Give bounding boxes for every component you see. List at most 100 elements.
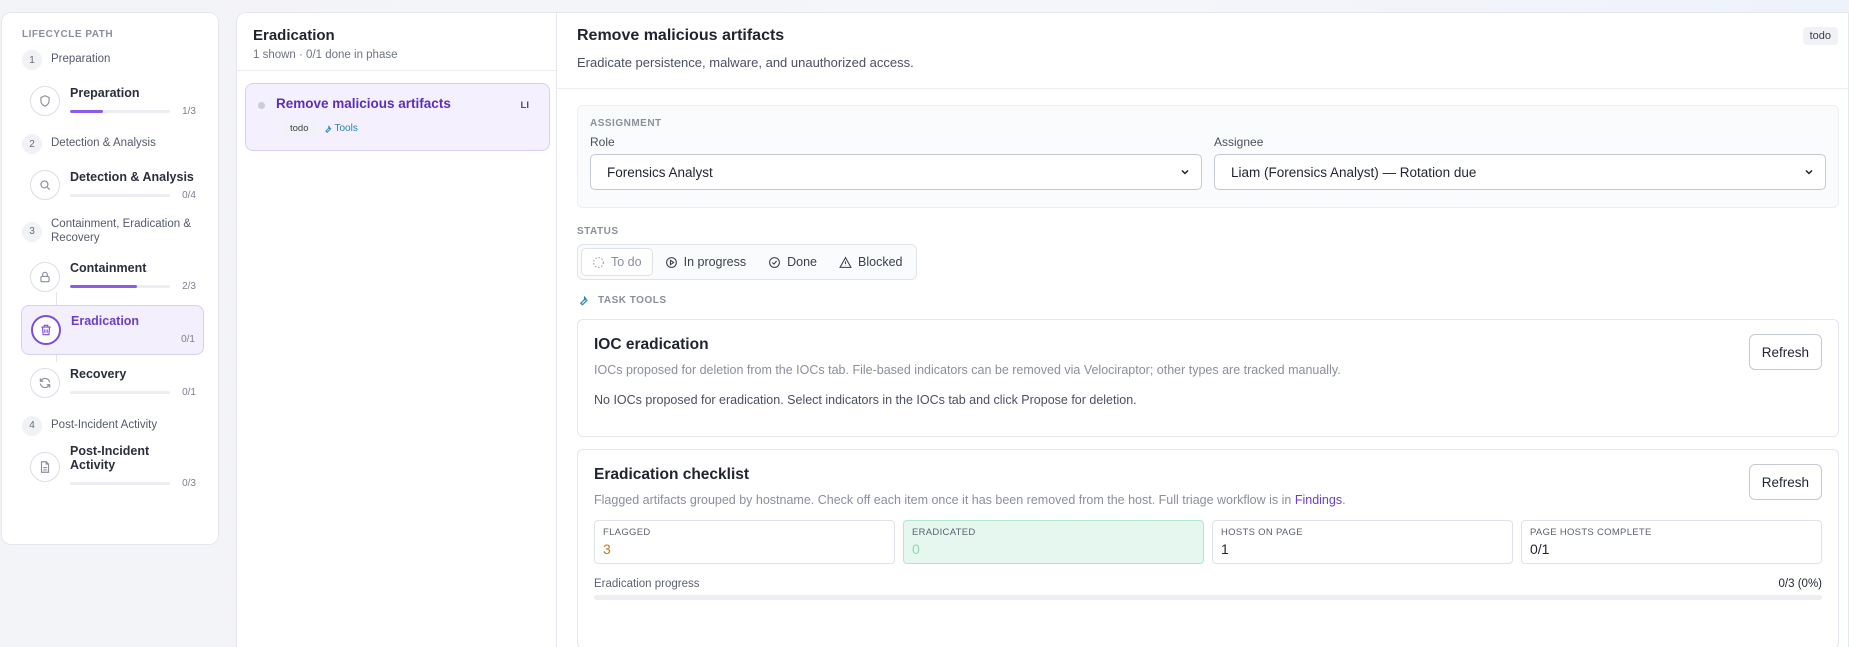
play-circle-icon (665, 256, 677, 268)
stat-page-hosts-complete: PAGE HOSTS COMPLETE 0/1 (1521, 520, 1822, 564)
status-in-progress-button[interactable]: In progress (655, 248, 757, 276)
card-title: Eradication checklist (594, 466, 750, 483)
task-detail-panel: Remove malicious artifacts Eradicate per… (556, 12, 1849, 647)
step-progress-bar (71, 338, 169, 341)
stat-hosts-on-page: HOSTS ON PAGE 1 (1212, 520, 1513, 564)
role-value: Forensics Analyst (607, 164, 713, 180)
assignee-select[interactable]: Liam (Forensics Analyst) — Rotation due (1214, 154, 1826, 190)
stat-value: 3 (603, 541, 611, 557)
stat-label: ERADICATED (912, 527, 976, 538)
status-option-label: Done (787, 255, 818, 269)
status-option-label: To do (611, 255, 642, 269)
tasks-header: Eradication 1 shown · 0/1 done in phase (237, 13, 557, 71)
trash-icon (31, 314, 61, 345)
sidebar-step-preparation[interactable]: Preparation 1/3 (21, 76, 204, 126)
stat-label: FLAGGED (603, 527, 651, 538)
stat-value: 1 (1221, 541, 1229, 557)
status-done-button[interactable]: Done (758, 248, 827, 276)
sidebar-step-post-incident[interactable]: Post-Incident Activity 0/3 (21, 442, 204, 492)
section-label: TASK TOOLS (598, 295, 667, 306)
eradication-checklist-card: Eradication checklist Flagged artifacts … (577, 449, 1839, 647)
detail-title: Remove malicious artifacts (577, 27, 785, 44)
phase-number: 2 (22, 134, 42, 154)
chevron-down-icon (1181, 169, 1189, 175)
assignment-section: ASSIGNMENT Role Forensics Analyst Assign… (577, 105, 1839, 208)
document-icon (30, 451, 60, 482)
description-text: Flagged artifacts grouped by hostname. C… (594, 493, 1295, 507)
refresh-button[interactable]: Refresh (1748, 334, 1822, 370)
lifecycle-sidebar: LIFECYCLE PATH 1 Preparation Preparation… (1, 12, 219, 545)
lock-icon (30, 261, 60, 292)
sidebar-step-containment[interactable]: Containment 2/3 (21, 252, 204, 302)
step-count: 2/3 (182, 281, 196, 293)
section-label: ASSIGNMENT (590, 118, 662, 129)
step-progress-bar (70, 391, 170, 395)
tools-tag: Tools (323, 123, 358, 134)
sidebar-step-eradication[interactable]: Eradication 0/1 (21, 304, 204, 355)
chevron-down-icon (1805, 169, 1813, 175)
phase-name: Preparation (51, 53, 111, 66)
warning-icon (839, 256, 852, 268)
step-count: 0/4 (182, 189, 196, 201)
ioc-eradication-card: IOC eradication IOCs proposed for deleti… (577, 319, 1839, 437)
stat-value: 0/1 (1530, 541, 1550, 557)
phase-preparation: 1 Preparation (22, 50, 204, 70)
description-suffix: . (1342, 493, 1346, 507)
phase-post-incident: 4 Post-Incident Activity (22, 415, 204, 436)
assignee-value: Liam (Forensics Analyst) — Rotation due (1231, 164, 1477, 180)
stat-value: 0 (912, 541, 920, 557)
tools-tag-label: Tools (334, 123, 358, 134)
status-badge: todo (284, 121, 315, 136)
phase-number: 4 (22, 415, 42, 436)
sidebar-step-recovery[interactable]: Recovery 0/1 (21, 358, 204, 408)
task-name: Remove malicious artifacts (276, 96, 451, 111)
sidebar-step-detection[interactable]: Detection & Analysis 0/4 (21, 160, 204, 210)
status-section-label: STATUS (577, 226, 619, 237)
step-progress-bar (70, 482, 170, 486)
step-count: 0/1 (181, 334, 195, 346)
role-label: Role (590, 135, 615, 149)
status-todo-button[interactable]: To do (581, 248, 653, 276)
phase-detection: 2 Detection & Analysis (22, 134, 204, 154)
tasks-column: Eradication 1 shown · 0/1 done in phase … (236, 12, 557, 647)
assignee-initials: LI (520, 100, 529, 111)
stat-label: PAGE HOSTS COMPLETE (1530, 527, 1652, 538)
detail-header: Remove malicious artifacts Eradicate per… (557, 13, 1848, 89)
status-option-label: Blocked (858, 255, 903, 269)
search-icon (30, 170, 60, 200)
progress-label: Eradication progress (594, 578, 700, 590)
stat-label: HOSTS ON PAGE (1221, 527, 1303, 538)
card-title: IOC eradication (594, 336, 709, 353)
assignee-label: Assignee (1214, 135, 1264, 149)
stats-row: FLAGGED 3 ERADICATED 0 HOSTS ON PAGE 1 P… (594, 520, 1822, 564)
status-option-label: In progress (683, 255, 747, 269)
step-label: Preparation (70, 85, 140, 100)
step-count: 0/1 (182, 387, 196, 399)
check-circle-icon (769, 256, 781, 268)
role-select[interactable]: Forensics Analyst (590, 154, 1202, 190)
shield-icon (30, 86, 60, 116)
detail-description: Eradicate persistence, malware, and unau… (577, 55, 914, 70)
status-badge: todo (1802, 27, 1838, 45)
circle-dashed-icon (593, 256, 604, 268)
progress-value: 0/3 (0%) (1778, 578, 1822, 590)
step-count: 0/3 (182, 478, 196, 490)
phase-name: Post-Incident Activity (51, 418, 158, 431)
phase-name: Detection & Analysis (51, 137, 156, 150)
wrench-icon (579, 295, 588, 306)
eradication-progress-bar (594, 595, 1822, 600)
stat-flagged: FLAGGED 3 (594, 520, 895, 564)
task-tools-header: TASK TOOLS (577, 294, 1848, 307)
tasks-subtitle: 1 shown · 0/1 done in phase (253, 49, 398, 61)
findings-link[interactable]: Findings (1295, 493, 1342, 507)
step-label: Eradication (71, 314, 140, 329)
status-blocked-button[interactable]: Blocked (829, 248, 912, 276)
wrench-icon (324, 124, 331, 133)
status-dot-icon (258, 102, 265, 109)
step-label: Detection & Analysis (70, 169, 194, 184)
refresh-icon (30, 367, 60, 398)
task-card[interactable]: Remove malicious artifacts LI todo Tools (245, 83, 550, 151)
refresh-button[interactable]: Refresh (1748, 464, 1822, 500)
step-progress-bar (70, 193, 170, 197)
step-progress-bar (70, 109, 170, 113)
